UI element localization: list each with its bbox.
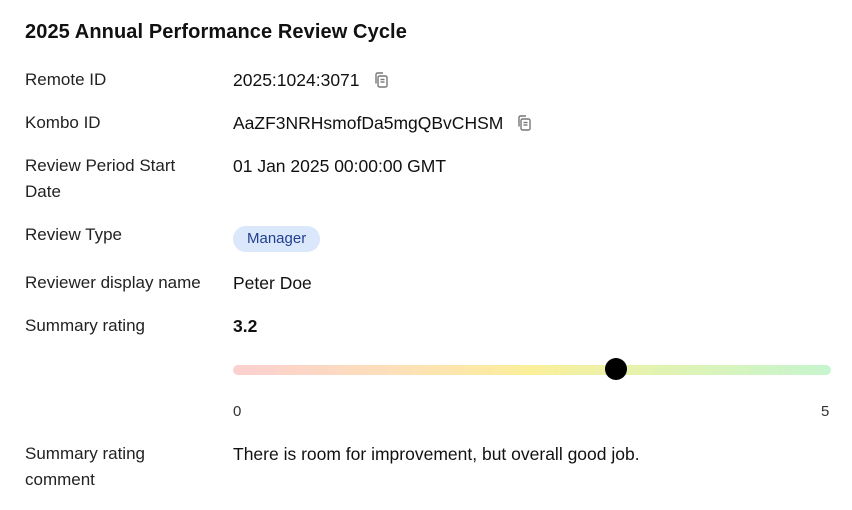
- summary-comment-value: There is room for improvement, but overa…: [233, 444, 640, 464]
- kombo-id-row: AaZF3NRHsmofDa5mgQBvCHSM: [233, 110, 533, 136]
- reviewer-label: Reviewer display name: [25, 273, 201, 292]
- summary-comment-label: Summary rating comment: [25, 444, 145, 489]
- remote-id-value: 2025:1024:3071: [233, 70, 360, 90]
- review-period-start-label: Review Period Start Date: [25, 156, 176, 201]
- rating-max-label: 5: [821, 403, 830, 420]
- rating-min-label: 0: [233, 403, 242, 420]
- rating-slider-thumb[interactable]: [604, 358, 627, 380]
- copy-icon[interactable]: [372, 71, 390, 89]
- copy-icon[interactable]: [515, 114, 533, 132]
- review-type-badge: Manager: [233, 226, 321, 252]
- review-period-start-value: 01 Jan 2025 00:00:00 GMT: [233, 156, 447, 176]
- kombo-id-value: AaZF3NRHsmofDa5mgQBvCHSM: [233, 113, 504, 133]
- reviewer-value: Peter Doe: [233, 273, 312, 293]
- summary-rating-value: 3.2: [233, 316, 258, 336]
- summary-rating-label: Summary rating: [25, 316, 145, 335]
- review-type-label: Review Type: [25, 225, 123, 244]
- kombo-id-label: Kombo ID: [25, 113, 101, 132]
- remote-id-row: 2025:1024:3071: [233, 67, 390, 93]
- page-title: 2025 Annual Performance Review Cycle: [25, 21, 407, 43]
- rating-slider-track[interactable]: [233, 365, 831, 375]
- remote-id-label: Remote ID: [25, 70, 107, 89]
